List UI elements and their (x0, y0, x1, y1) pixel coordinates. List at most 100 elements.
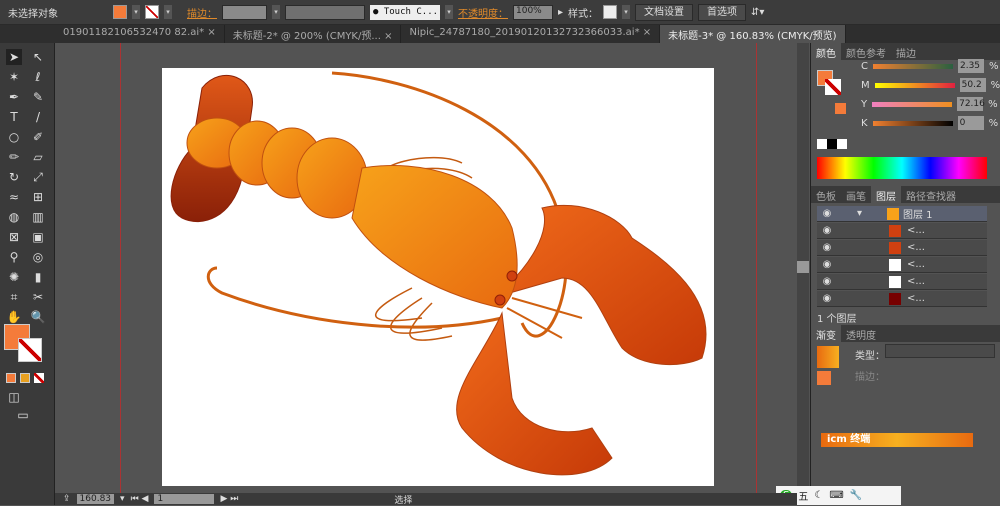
hand-icon[interactable]: ✋ (6, 309, 22, 325)
sublayer-row[interactable]: ◉ <... (817, 223, 987, 239)
layer-row[interactable]: ◉ ▾ 图层 1 (817, 206, 987, 222)
sublayer-row[interactable]: ◉ <... (817, 274, 987, 290)
none-mode-icon[interactable] (34, 373, 44, 383)
line-icon[interactable]: / (30, 109, 46, 125)
y-value[interactable]: 72.16 (957, 97, 985, 111)
rotate-icon[interactable]: ↻ (6, 169, 22, 185)
document-setup-button[interactable]: 文档设置 (635, 3, 694, 21)
moon-icon[interactable]: ☾ (814, 490, 823, 501)
vertical-scrollbar[interactable] (797, 43, 809, 493)
blend-icon[interactable]: ◎ (30, 249, 46, 265)
style-swatch[interactable] (603, 5, 618, 19)
symbol-sprayer-icon[interactable]: ✺ (6, 269, 22, 285)
tab-transparency[interactable]: 透明度 (841, 325, 881, 342)
lasso-icon[interactable]: ℓ (30, 69, 46, 85)
keyboard-icon[interactable]: ⌨ (829, 490, 843, 501)
sublayer-row[interactable]: ◉ <... (817, 291, 987, 307)
preferences-button[interactable]: 首选项 (698, 3, 747, 21)
tab-color-guide[interactable]: 颜色参考 (841, 43, 891, 60)
color-spectrum[interactable] (817, 157, 987, 179)
tab-layers[interactable]: 图层 (871, 186, 901, 203)
eye-icon[interactable]: ◉ (817, 259, 837, 270)
y-slider[interactable] (872, 101, 953, 107)
page-input[interactable]: 1 (154, 494, 215, 504)
brush-icon[interactable]: ✐ (30, 129, 46, 145)
shape-builder-icon[interactable]: ◍ (6, 209, 22, 225)
eye-icon[interactable]: ◉ (817, 208, 837, 219)
artboard[interactable] (162, 68, 714, 486)
mesh-icon[interactable]: ⊠ (6, 229, 22, 245)
scale-icon[interactable]: ⤢ (30, 169, 46, 185)
selection-tool-icon[interactable]: ➤ (6, 49, 22, 65)
magic-wand-icon[interactable]: ✶ (6, 69, 22, 85)
variable-width-select[interactable] (285, 4, 365, 20)
stroke-weight-input[interactable] (222, 4, 267, 20)
type-icon[interactable]: T (6, 109, 22, 125)
tab-doc-2[interactable]: 未标题-2* @ 200% (CMYK/预... × (225, 25, 402, 43)
eye-icon[interactable]: ◉ (817, 293, 837, 304)
tab-stroke[interactable]: 描边 (891, 43, 921, 60)
zoom-dropdown[interactable]: ▾ (120, 494, 125, 504)
chart-icon[interactable]: ▥ (30, 209, 46, 225)
gradient-fill-swatch[interactable] (817, 371, 831, 385)
column-graph-icon[interactable]: ▮ (30, 269, 46, 285)
none-black-white-swatches[interactable] (817, 139, 847, 149)
brush-dropdown[interactable]: ▾ (445, 5, 453, 19)
zoom-input[interactable]: 160.83 (76, 494, 115, 504)
free-transform-icon[interactable]: ⊞ (30, 189, 46, 205)
stroke-swatch[interactable] (145, 5, 159, 19)
fill-swatch[interactable] (113, 5, 127, 19)
stroke-color-swatch[interactable] (18, 338, 42, 362)
sublayer-row[interactable]: ◉ <... (817, 240, 987, 256)
next-page-icon[interactable]: ▶ ⏭ (220, 494, 238, 504)
tab-color[interactable]: 颜色 (811, 43, 841, 60)
eye-icon[interactable]: ◉ (817, 242, 837, 253)
style-dropdown[interactable]: ▾ (622, 5, 631, 19)
warp-icon[interactable]: ≈ (6, 189, 22, 205)
stroke-weight-dropdown[interactable]: ▾ (272, 5, 280, 19)
tab-brushes[interactable]: 画笔 (841, 186, 871, 203)
zoom-icon[interactable]: 🔍 (30, 309, 46, 325)
out-of-gamut-swatch[interactable] (835, 103, 846, 114)
direct-selection-icon[interactable]: ↖ (30, 49, 46, 65)
arrange-icon[interactable]: ⇵▾ (751, 7, 764, 18)
m-value[interactable]: 50.2 (959, 78, 986, 92)
tab-doc-3[interactable]: Nipic_24787180_20190120132732366033.ai* … (401, 25, 661, 43)
slice-icon[interactable]: ✂ (30, 289, 46, 305)
stroke-label[interactable]: 描边： (187, 5, 217, 20)
sublayer-row[interactable]: ◉ <... (817, 257, 987, 273)
gradient-icon[interactable]: ▣ (30, 229, 46, 245)
k-slider[interactable] (872, 120, 953, 126)
opacity-arrow[interactable]: ▸ (558, 7, 563, 18)
tab-doc-4[interactable]: 未标题-3* @ 160.83% (CMYK/预览) (660, 25, 846, 43)
eraser-icon[interactable]: ▱ (30, 149, 46, 165)
gradient-preview[interactable] (817, 346, 839, 368)
ellipse-icon[interactable]: ○ (6, 129, 22, 145)
pen-icon[interactable]: ✒ (6, 89, 22, 105)
m-slider[interactable] (874, 82, 955, 88)
k-value[interactable]: 0 (957, 116, 984, 130)
brush-select[interactable]: ● Touch C... (370, 4, 440, 20)
share-icon[interactable]: ⇪ (63, 494, 71, 504)
opacity-input[interactable]: 100% (513, 4, 553, 20)
curvature-icon[interactable]: ✎ (30, 89, 46, 105)
eye-icon[interactable]: ◉ (817, 276, 837, 287)
tab-doc-1[interactable]: 01901182106532470 82.ai* × (55, 25, 225, 43)
eyedropper-icon[interactable]: ⚲ (6, 249, 22, 265)
tab-gradient[interactable]: 渐变 (811, 325, 841, 342)
gradient-slider[interactable]: icm 终端 (821, 433, 973, 447)
expand-icon[interactable]: ▾ (857, 208, 887, 219)
ime-mode[interactable]: 五 (798, 488, 808, 503)
gradient-mode-icon[interactable] (20, 373, 30, 383)
pencil-icon[interactable]: ✏ (6, 149, 22, 165)
artboard-icon[interactable]: ⌗ (6, 289, 22, 305)
draw-mode-icon[interactable]: ◫ (6, 389, 22, 405)
first-page-icon[interactable]: ⏮ ◀ (131, 494, 149, 504)
lobster-illustration[interactable] (162, 68, 714, 486)
stroke-dropdown[interactable]: ▾ (164, 5, 172, 19)
tab-swatches[interactable]: 色板 (811, 186, 841, 203)
gradient-type-select[interactable] (885, 344, 995, 358)
fill-dropdown[interactable]: ▾ (132, 5, 140, 19)
color-mode-icon[interactable] (6, 373, 16, 383)
screen-mode-icon[interactable]: ▭ (15, 407, 31, 423)
